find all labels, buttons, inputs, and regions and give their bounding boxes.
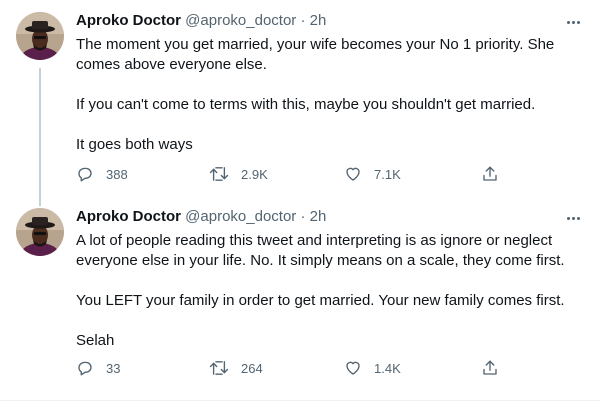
reply-icon (78, 361, 92, 376)
share-icon (483, 166, 497, 181)
tweet-paragraph: A lot of people reading this tweet and i… (76, 232, 565, 269)
avatar[interactable] (16, 208, 64, 256)
like-button[interactable]: 1.4K (344, 358, 401, 378)
tweet-paragraph: If you can't come to terms with this, ma… (76, 96, 536, 113)
heart-icon (346, 361, 360, 375)
avatar[interactable] (16, 12, 64, 60)
retweet-icon (209, 167, 229, 181)
tweet-header: Aproko Doctor @aproko_doctor · 2h (76, 207, 326, 227)
separator-dot: · (300, 12, 306, 29)
timestamp[interactable]: 2h (310, 208, 327, 225)
retweet-icon (209, 361, 229, 375)
share-button[interactable] (481, 164, 499, 184)
share-icon (483, 360, 497, 375)
reply-count: 33 (106, 360, 121, 376)
author-name[interactable]: Aproko Doctor (76, 12, 181, 29)
tweet-actions: 388 2.9K 7.1K (76, 164, 506, 184)
tweet-paragraph: Selah (76, 332, 115, 349)
like-count: 1.4K (374, 360, 401, 376)
tweet-paragraph: It goes both ways (76, 136, 193, 153)
tweet-paragraph: You LEFT your family in order to get mar… (76, 292, 565, 309)
author-handle[interactable]: @aproko_doctor (185, 12, 296, 29)
tweet-paragraph: The moment you get married, your wife be… (76, 36, 555, 73)
reply-button[interactable]: 388 (76, 164, 128, 184)
reply-button[interactable]: 33 (76, 358, 120, 378)
retweet-button[interactable]: 2.9K (209, 164, 268, 184)
author-handle[interactable]: @aproko_doctor (185, 208, 296, 225)
like-button[interactable]: 7.1K (344, 164, 401, 184)
retweet-count: 2.9K (241, 166, 268, 182)
tweet[interactable]: Aproko Doctor @aproko_doctor · 2h The mo… (0, 0, 600, 198)
tweet-actions: 33 264 1.4K (76, 358, 506, 378)
reply-icon (78, 167, 92, 182)
tweet[interactable]: Aproko Doctor @aproko_doctor · 2h A lot … (0, 198, 600, 401)
separator-dot: · (300, 208, 306, 225)
tweet-text: The moment you get married, your wife be… (76, 35, 581, 155)
retweet-button[interactable]: 264 (209, 358, 263, 378)
author-name[interactable]: Aproko Doctor (76, 208, 181, 225)
tweet-text: A lot of people reading this tweet and i… (76, 231, 581, 351)
reply-count: 388 (106, 166, 128, 182)
heart-icon (346, 167, 360, 181)
more-icon[interactable] (562, 14, 584, 30)
more-icon[interactable] (562, 210, 584, 226)
like-count: 7.1K (374, 166, 401, 182)
retweet-count: 264 (241, 360, 263, 376)
tweet-header: Aproko Doctor @aproko_doctor · 2h (76, 11, 326, 31)
timestamp[interactable]: 2h (310, 12, 327, 29)
share-button[interactable] (481, 358, 499, 378)
